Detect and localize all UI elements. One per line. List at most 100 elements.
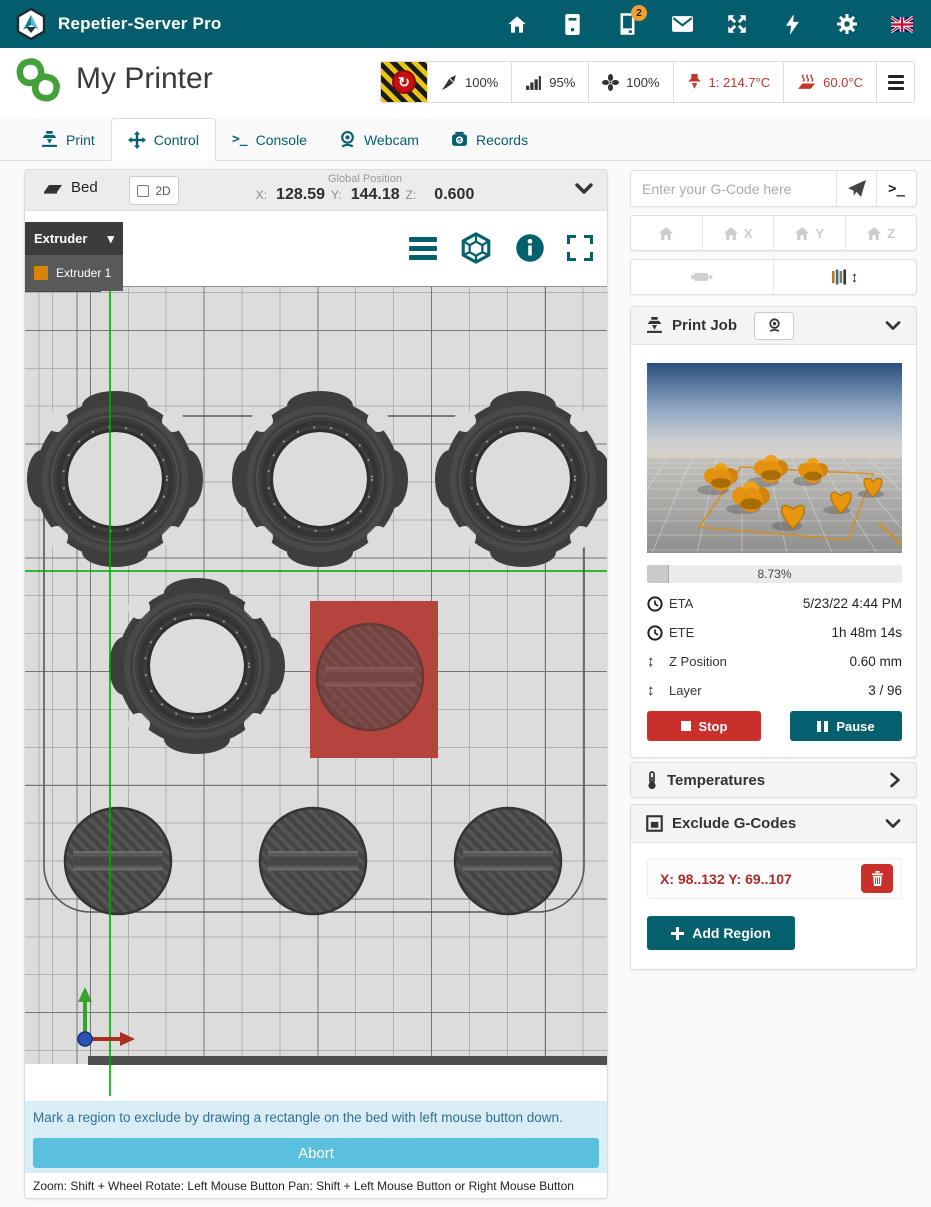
app-title: Repetier-Server Pro bbox=[58, 14, 221, 34]
updown-arrow-icon: ↕ bbox=[851, 269, 859, 286]
printed-ring bbox=[109, 578, 285, 754]
disable-motors-button[interactable] bbox=[631, 260, 773, 294]
stop-icon bbox=[681, 721, 691, 731]
webcam-tab-icon bbox=[339, 131, 356, 148]
extruder-dropdown-item[interactable]: Extruder 1 bbox=[25, 255, 123, 291]
home-buttons-row: X Y Z bbox=[630, 215, 917, 251]
position-y: 144.18 bbox=[348, 186, 400, 204]
chevron-down-icon[interactable] bbox=[885, 320, 901, 332]
open-console-button[interactable]: >_ bbox=[876, 171, 916, 206]
bed-canvas[interactable]: Extruder ▾ Extruder 1 bbox=[25, 211, 607, 1096]
bed-icon bbox=[43, 181, 63, 195]
exclude-info-banner: Mark a region to exclude by drawing a re… bbox=[25, 1101, 607, 1173]
origin-axes-indicator bbox=[78, 987, 135, 1046]
printer-count-badge: 2 bbox=[631, 5, 647, 21]
print-job-webcam-button[interactable] bbox=[754, 312, 794, 340]
print-tab-icon bbox=[41, 131, 58, 148]
bed-selector[interactable]: Bed bbox=[43, 179, 98, 196]
printer-menu-button[interactable] bbox=[876, 62, 914, 102]
flow-status[interactable]: 95% bbox=[511, 62, 588, 102]
home-z-button[interactable]: Z bbox=[845, 216, 917, 250]
bed-view-toolbar: Bed 2D Global Position X:128.59 Y:144.18… bbox=[25, 170, 607, 211]
info-icon[interactable] bbox=[515, 233, 545, 263]
pause-icon bbox=[817, 721, 828, 732]
home-all-button[interactable] bbox=[631, 216, 702, 250]
printed-disc bbox=[65, 808, 171, 914]
extruder-temp-status[interactable]: 1: 214.7°C bbox=[673, 62, 784, 102]
filament-stripes-icon bbox=[832, 268, 846, 286]
gcode-input[interactable] bbox=[631, 171, 836, 206]
exclude-instruction: Mark a region to exclude by drawing a re… bbox=[25, 1101, 607, 1125]
fan-icon bbox=[602, 74, 619, 91]
send-gcode-button[interactable] bbox=[836, 171, 876, 206]
fullscreen-icon[interactable] bbox=[567, 235, 593, 261]
printed-ring bbox=[27, 391, 203, 567]
temperatures-header[interactable]: Temperatures bbox=[631, 763, 916, 797]
home-y-button[interactable]: Y bbox=[773, 216, 845, 250]
secondary-buttons-row: ↕ bbox=[630, 259, 917, 295]
home-icon[interactable] bbox=[506, 13, 528, 35]
mail-icon[interactable] bbox=[671, 13, 693, 35]
tab-records[interactable]: Records bbox=[435, 118, 544, 161]
repetier-logo-icon[interactable] bbox=[14, 7, 48, 41]
printer-link-icon[interactable] bbox=[16, 58, 62, 104]
stop-button[interactable]: Stop bbox=[647, 711, 761, 741]
3d-view-cube-icon[interactable] bbox=[459, 231, 493, 265]
updown-arrow-icon: ↕ bbox=[647, 653, 669, 670]
bed-temp-status[interactable]: 60.0°C bbox=[783, 62, 876, 102]
printers-icon[interactable]: 2 bbox=[616, 13, 638, 35]
printed-ring bbox=[232, 391, 408, 567]
bed-view-card: Bed 2D Global Position X:128.59 Y:144.18… bbox=[24, 169, 608, 1199]
bed-front-edge bbox=[88, 1056, 607, 1065]
tab-console[interactable]: >_ Console bbox=[216, 118, 323, 161]
language-flag-icon[interactable] bbox=[891, 13, 913, 35]
stat-row-ete: ETE 1h 48m 14s bbox=[647, 618, 902, 647]
webcam-icon bbox=[767, 318, 782, 333]
clock-icon bbox=[647, 596, 663, 612]
settings-gear-icon[interactable] bbox=[836, 13, 858, 35]
extruder-color-swatch bbox=[34, 266, 48, 280]
delete-region-button[interactable] bbox=[861, 864, 893, 893]
motor-off-icon bbox=[691, 269, 713, 285]
app-window: Repetier-Server Pro 2 bbox=[0, 0, 931, 1207]
add-region-button[interactable]: Add Region bbox=[647, 916, 795, 950]
menu-icon bbox=[888, 81, 904, 84]
send-icon bbox=[848, 180, 866, 198]
print-job-icon bbox=[646, 317, 663, 334]
expand-icon[interactable] bbox=[726, 13, 748, 35]
emergency-stop-button[interactable]: ↻ bbox=[381, 62, 427, 102]
extruder-dropdown-toggle[interactable]: Extruder ▾ bbox=[25, 222, 123, 255]
pause-button[interactable]: Pause bbox=[790, 711, 902, 741]
nozzle-icon bbox=[687, 74, 702, 91]
caret-down-icon: ▾ bbox=[107, 231, 114, 247]
home-x-button[interactable]: X bbox=[702, 216, 774, 250]
print-job-header[interactable]: Print Job bbox=[631, 307, 916, 345]
tab-print[interactable]: Print bbox=[25, 118, 111, 161]
trash-icon bbox=[871, 871, 884, 886]
home-icon bbox=[794, 226, 810, 241]
print-job-panel: Print Job bbox=[630, 306, 917, 758]
chevron-down-icon bbox=[885, 818, 901, 830]
printed-disc bbox=[455, 808, 561, 914]
speed-status[interactable]: 100% bbox=[427, 62, 511, 102]
excluded-region-row: X: 98..132 Y: 69..107 bbox=[647, 858, 902, 899]
babystep-z-button[interactable]: ↕ bbox=[773, 260, 916, 294]
tab-webcam[interactable]: Webcam bbox=[323, 118, 435, 161]
abort-button[interactable]: Abort bbox=[33, 1138, 599, 1168]
layers-menu-icon[interactable] bbox=[409, 236, 437, 261]
tab-control[interactable]: Control bbox=[111, 118, 216, 161]
position-x: 128.59 bbox=[273, 186, 325, 204]
gcode-input-group: >_ bbox=[630, 170, 917, 207]
exclude-gcodes-header[interactable]: Exclude G-Codes bbox=[631, 805, 916, 843]
home-icon bbox=[723, 226, 739, 241]
stat-row-layer: ↕ Layer 3 / 96 bbox=[647, 676, 902, 705]
collapse-bed-view-icon[interactable] bbox=[575, 182, 593, 196]
fan-status[interactable]: 100% bbox=[588, 62, 672, 102]
canvas-controls-hint: Zoom: Shift + Wheel Rotate: Left Mouse B… bbox=[25, 1173, 607, 1199]
toggle-2d-button[interactable]: 2D bbox=[129, 176, 179, 205]
clock-icon bbox=[647, 625, 663, 641]
bolt-icon[interactable] bbox=[781, 13, 803, 35]
server-icon[interactable] bbox=[561, 13, 583, 35]
home-icon bbox=[658, 226, 674, 241]
excluded-region-coords: X: 98..132 Y: 69..107 bbox=[660, 871, 792, 887]
